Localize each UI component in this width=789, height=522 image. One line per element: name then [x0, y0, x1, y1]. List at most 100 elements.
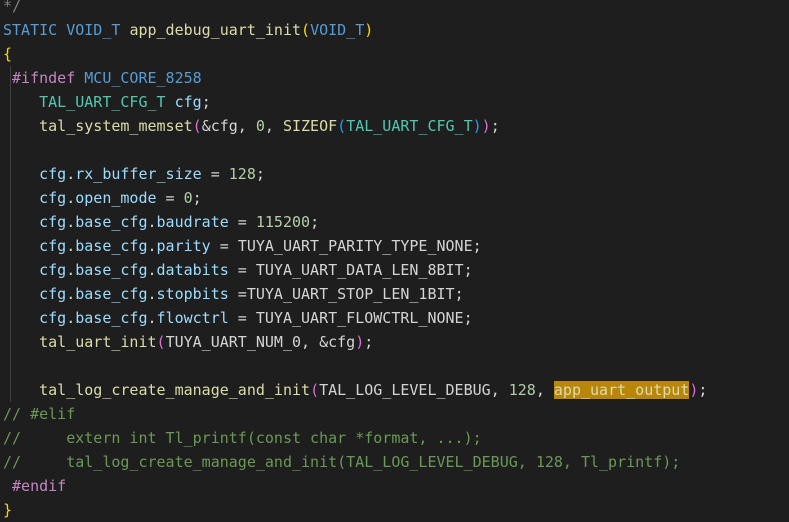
- semicolon: ;: [463, 309, 473, 327]
- buffer-size-arg: 128: [508, 381, 536, 399]
- rx-buffer-line: cfg.rx_buffer_size = 128;: [0, 162, 789, 186]
- memset-fn: tal_system_memset: [39, 117, 193, 135]
- uart-init-line: tal_uart_init(TUYA_UART_NUM_0, &cfg);: [0, 330, 789, 354]
- cfg-var: cfg: [39, 165, 67, 183]
- decl-type: TAL_UART_CFG_T: [39, 93, 166, 111]
- sep: ,: [490, 381, 509, 399]
- field-open-mode: open_mode: [75, 189, 157, 207]
- field-flowctrl: flowctrl: [156, 309, 229, 327]
- ifndef-directive: #ifndef: [12, 69, 76, 87]
- memset-line: tal_system_memset(&cfg, 0, SIZEOF(TAL_UA…: [0, 114, 789, 138]
- value-stopbits: TUYA_UART_STOP_LEN_1BIT: [246, 285, 455, 303]
- decl-line: TAL_UART_CFG_T cfg;: [0, 90, 789, 114]
- field-base-cfg: base_cfg: [75, 309, 148, 327]
- indent-guide: [10, 258, 11, 282]
- baudrate-line: cfg.base_cfg.baudrate = 115200;: [0, 210, 789, 234]
- stopbits-line: cfg.base_cfg.stopbits =TUYA_UART_STOP_LE…: [0, 282, 789, 306]
- semicolon: ;: [201, 93, 211, 111]
- paren-open: (: [156, 333, 166, 351]
- ifndef-line: #ifndef MCU_CORE_8258: [0, 66, 789, 90]
- uart-num-arg: TUYA_UART_NUM_0: [165, 333, 302, 351]
- semicolon: ;: [490, 117, 500, 135]
- semicolon: ;: [698, 381, 708, 399]
- field-baudrate: baudrate: [156, 213, 229, 231]
- indent-guide: [10, 354, 11, 378]
- paren-close: ): [481, 117, 491, 135]
- cfg-var: cfg: [39, 237, 67, 255]
- indent-guide: [10, 378, 11, 402]
- field-base-cfg: base_cfg: [75, 261, 148, 279]
- ifndef-macro: MCU_CORE_8258: [84, 69, 202, 87]
- flowctrl-line: cfg.base_cfg.flowctrl = TUYA_UART_FLOWCT…: [0, 306, 789, 330]
- value-databits: TUYA_UART_DATA_LEN_8BIT: [255, 261, 464, 279]
- indent-guide: [10, 162, 11, 186]
- semicolon: ;: [472, 237, 482, 255]
- semicolon: ;: [364, 333, 374, 351]
- assign-op: =: [228, 309, 256, 327]
- field-base-cfg: base_cfg: [75, 285, 148, 303]
- highlighted-output-fn[interactable]: app_uart_output: [553, 381, 690, 399]
- uart-init-fn: tal_uart_init: [39, 333, 157, 351]
- indent-guide: [10, 330, 11, 354]
- assign-op: =: [156, 189, 184, 207]
- value-baudrate: 115200: [255, 213, 311, 231]
- parity-line: cfg.base_cfg.parity = TUYA_UART_PARITY_T…: [0, 234, 789, 258]
- indent-guide: [10, 138, 11, 162]
- cfg-var: cfg: [39, 309, 67, 327]
- semicolon: ;: [310, 213, 320, 231]
- function-name: app_debug_uart_init: [129, 21, 302, 39]
- param-type: VOID_T: [310, 21, 365, 39]
- cfg-var: cfg: [39, 285, 67, 303]
- indent-guide: [10, 306, 11, 330]
- keyword-static: STATIC: [3, 21, 58, 39]
- open-mode-line: cfg.open_mode = 0;: [0, 186, 789, 210]
- close-brace-line: }: [0, 498, 789, 522]
- cfg-arg: , &cfg: [301, 333, 356, 351]
- field-rx-buffer-size: rx_buffer_size: [75, 165, 202, 183]
- blank-line: [0, 354, 789, 378]
- indent-guide: [10, 234, 11, 258]
- blank-line: [0, 138, 789, 162]
- paren-open: (: [192, 117, 202, 135]
- log-create-fn: tal_log_create_manage_and_init: [39, 381, 311, 399]
- sep: ,: [535, 381, 554, 399]
- value-rx-buffer: 128: [228, 165, 256, 183]
- indent-guide: [10, 114, 11, 138]
- memset-zero: 0: [255, 117, 265, 135]
- field-base-cfg: base_cfg: [75, 213, 148, 231]
- databits-line: cfg.base_cfg.databits = TUYA_UART_DATA_L…: [0, 258, 789, 282]
- comment-fragment: */: [3, 0, 22, 15]
- assign-op: =: [201, 165, 229, 183]
- assign-op: =: [228, 261, 256, 279]
- cfg-var: cfg: [39, 213, 67, 231]
- decl-var: cfg: [174, 93, 202, 111]
- endif-line: #endif: [0, 474, 789, 498]
- close-brace: }: [3, 501, 13, 519]
- field-stopbits: stopbits: [156, 285, 229, 303]
- log-level-arg: TAL_LOG_LEVEL_DEBUG: [319, 381, 491, 399]
- assign-op: =: [228, 285, 247, 303]
- code-editor[interactable]: */ STATIC VOID_T app_debug_uart_init(VOI…: [0, 0, 789, 519]
- sizeof-fn: SIZEOF: [282, 117, 338, 135]
- sizeof-type: TAL_UART_CFG_T: [346, 117, 473, 135]
- comment-line: // tal_log_create_manage_and_init(TAL_LO…: [3, 453, 681, 471]
- code-line: */: [0, 0, 789, 18]
- cfg-var: cfg: [39, 261, 67, 279]
- assign-op: =: [228, 213, 256, 231]
- value-parity: TUYA_UART_PARITY_TYPE_NONE: [237, 237, 473, 255]
- indent-guide: [10, 210, 11, 234]
- semicolon: ;: [454, 285, 464, 303]
- return-type: VOID_T: [66, 21, 121, 39]
- field-base-cfg: base_cfg: [75, 237, 148, 255]
- indent-guide: [10, 66, 11, 90]
- paren-close: ): [355, 333, 365, 351]
- sep: ,: [264, 117, 283, 135]
- comment-line: // #elif: [3, 405, 76, 423]
- field-parity: parity: [156, 237, 211, 255]
- memset-args: &cfg,: [201, 117, 256, 135]
- log-create-line: tal_log_create_manage_and_init(TAL_LOG_L…: [0, 378, 789, 402]
- paren-open: (: [310, 381, 320, 399]
- paren-open: (: [301, 21, 311, 39]
- value-flowctrl: TUYA_UART_FLOWCTRL_NONE: [255, 309, 464, 327]
- endif-directive: #endif: [12, 477, 67, 495]
